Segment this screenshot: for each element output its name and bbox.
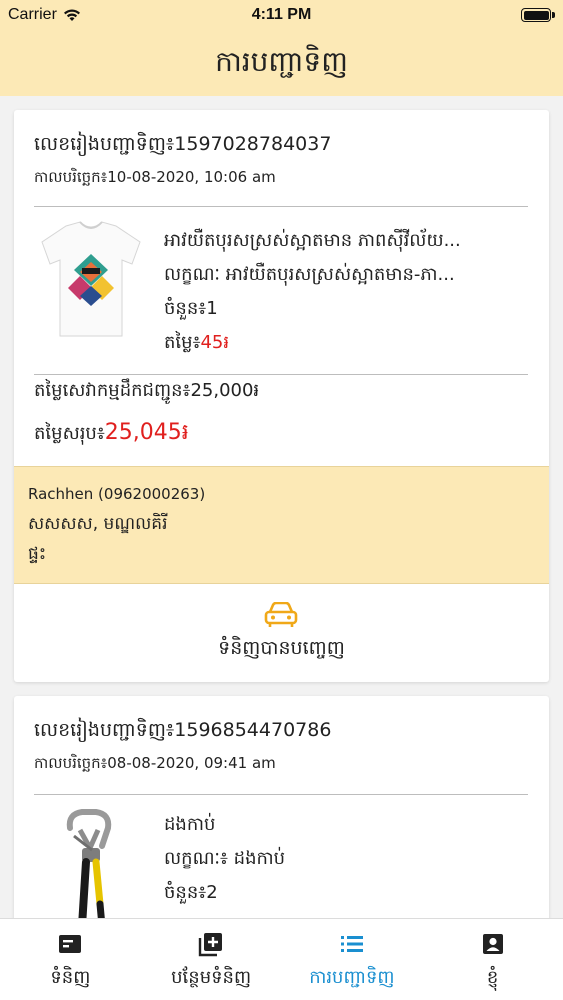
customer-name-phone: Rachhen (0962000263) — [28, 485, 206, 503]
address-place: សសសស, មណ្ឌលគិរី — [28, 514, 168, 534]
delivery-fee: តម្លៃសេវាកម្មដឹកជញ្ជូន៖25,000៛ — [34, 380, 260, 401]
address-house: ផ្ទះ — [28, 544, 47, 564]
order-number: លេខរៀងបញ្ជាទិញ៖1596854470786 — [34, 719, 332, 741]
product-icon — [59, 935, 82, 953]
product-name: អាវយឺតបុរសស្រស់ស្អាតមាន ភាពស៊ីវីល័យ... — [164, 230, 461, 251]
clock: 4:11 PM — [251, 6, 312, 23]
tab-orders[interactable]: ការបញ្ជាទិញ — [282, 919, 423, 1000]
status-bar: Carrier 4:11 PM — [0, 0, 563, 32]
order-total: តម្លៃសរុប៖25,045៛ — [34, 418, 189, 450]
tab-label: ខ្ញុំ — [486, 967, 499, 988]
pliers-product-image — [66, 809, 112, 918]
total-label: តម្លៃសរុប៖ — [34, 423, 105, 444]
account-icon — [482, 934, 503, 954]
tab-products[interactable]: ទំនិញ — [0, 919, 141, 1000]
divider — [34, 206, 528, 207]
battery-icon — [521, 8, 555, 22]
list-icon — [340, 936, 363, 952]
order-card[interactable]: លេខរៀងបញ្ជាទិញ៖1596854470786 កាលបរិច្ឆេក… — [14, 696, 549, 918]
orders-list[interactable]: លេខរៀងបញ្ជាទិញ៖1597028784037 កាលបរិច្ឆេក… — [0, 96, 563, 918]
price-label: តម្លៃ៖ — [164, 332, 201, 353]
product-name: ដងកាប់ — [164, 814, 216, 835]
order-status: ទំនិញបានបញ្ចេញ — [14, 584, 549, 682]
order-date: កាលបរិច្ឆេក៖08-08-2020, 09:41 am — [34, 754, 276, 772]
nav-bar: ការបញ្ជាទិញ — [0, 32, 563, 96]
tab-label: ការបញ្ជាទិញ — [309, 967, 395, 988]
tab-add-product[interactable]: បន្ថែមទំនិញ — [141, 919, 282, 1000]
order-number: លេខរៀងបញ្ជាទិញ៖1597028784037 — [34, 133, 332, 155]
tab-me[interactable]: ខ្ញុំ — [422, 919, 563, 1000]
product-description: លក្ខណៈ អាវយឺតបុរសស្រស់ស្អាតមាន-ភា... — [164, 264, 455, 285]
tab-label: បន្ថែមទំនិញ — [171, 967, 252, 988]
tshirt-product-image — [41, 221, 141, 337]
product-quantity: ចំនួន៖1 — [164, 298, 218, 319]
tab-label: ទំនិញ — [50, 967, 91, 988]
car-icon — [264, 602, 298, 627]
divider — [34, 374, 528, 375]
price-value: 45៛ — [200, 332, 230, 353]
delivery-address: Rachhen (0962000263) សសសស, មណ្ឌលគិរី ផ្ទ… — [14, 466, 549, 584]
product-description: លក្ខណៈ៖ ដងកាប់ — [164, 848, 286, 869]
tab-bar: ទំនិញ បន្ថែមទំនិញ ការបញ្ជាទិញ ខ្ញុំ — [0, 918, 563, 1000]
page-title: ការបញ្ជាទិញ — [215, 44, 348, 78]
order-status-label: ទំនិញបានបញ្ចេញ — [218, 637, 345, 659]
product-quantity: ចំនួន៖2 — [164, 882, 218, 903]
divider — [34, 794, 528, 795]
product-price: តម្លៃ៖45៛ — [164, 330, 229, 357]
order-date: កាលបរិច្ឆេក៖10-08-2020, 10:06 am — [34, 168, 276, 186]
add-box-icon — [198, 933, 223, 957]
order-card[interactable]: លេខរៀងបញ្ជាទិញ៖1597028784037 កាលបរិច្ឆេក… — [14, 110, 549, 682]
total-value: 25,045៛ — [104, 420, 189, 445]
